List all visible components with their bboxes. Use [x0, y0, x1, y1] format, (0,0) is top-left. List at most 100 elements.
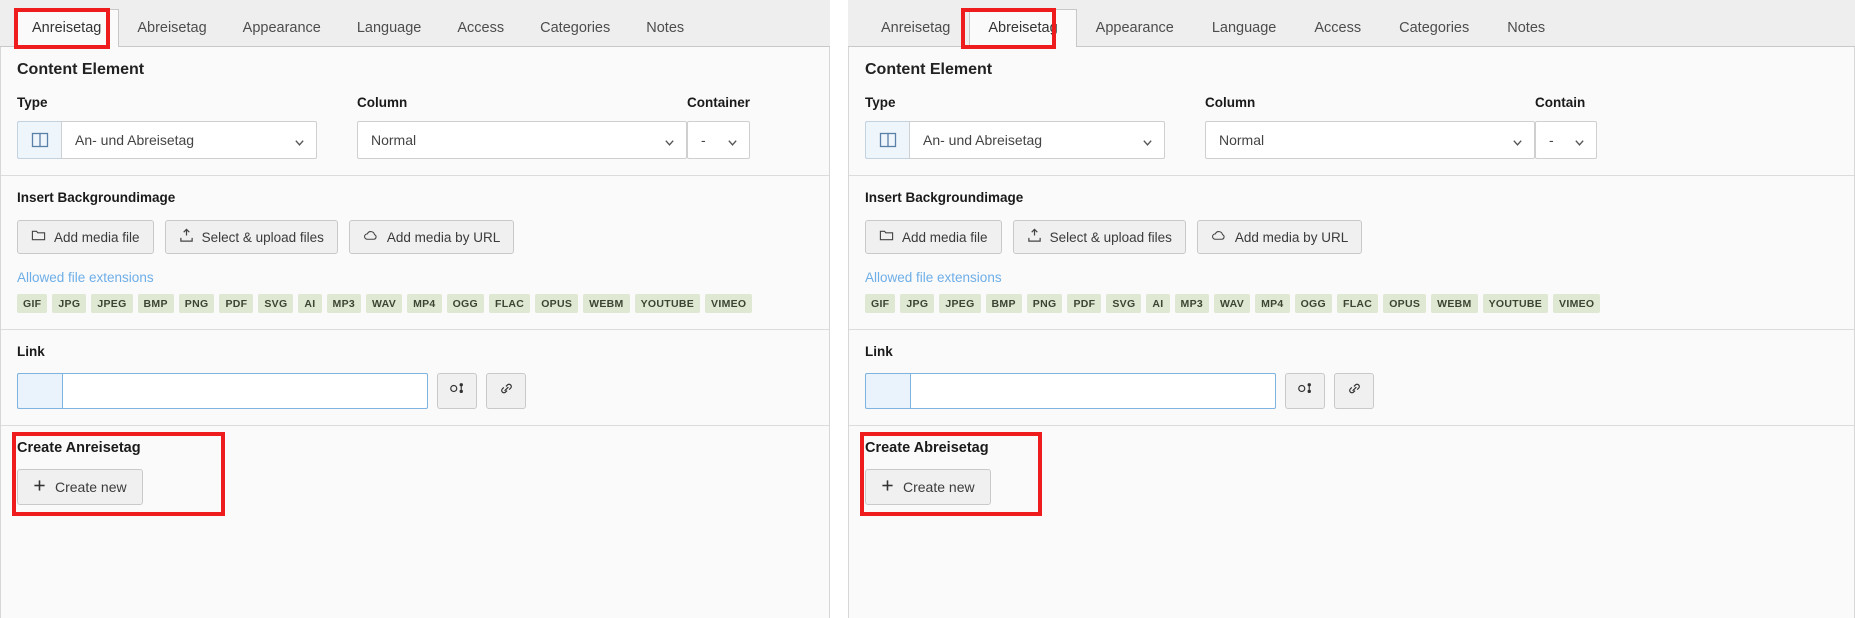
- tab-label: Anreisetag: [32, 19, 102, 36]
- form-panel-right: Anreisetag Abreisetag Appearance Languag…: [848, 0, 1855, 618]
- column-label: Column: [1205, 95, 1256, 110]
- type-select-value: An- und Abreisetag: [75, 132, 195, 148]
- container-select-value: -: [701, 132, 706, 148]
- type-select[interactable]: An- und Abreisetag: [61, 121, 317, 159]
- chevron-down-icon: [727, 135, 738, 146]
- tab-label: Access: [457, 19, 505, 36]
- background-image-title: Insert Backgroundimage: [17, 190, 176, 205]
- chevron-down-icon: [664, 135, 675, 146]
- plus-icon: [33, 479, 46, 495]
- tab-label: Categories: [540, 19, 611, 36]
- link-prefix-box: [865, 373, 910, 409]
- type-select[interactable]: An- und Abreisetag: [909, 121, 1165, 159]
- extension-badge: BMP: [985, 294, 1022, 313]
- extension-badge: MP4: [1255, 294, 1290, 313]
- link-browse-icon: [449, 381, 466, 401]
- allowed-file-extensions-link[interactable]: Allowed file extensions: [865, 270, 1002, 285]
- column-label: Column: [357, 95, 408, 110]
- column-field: Column Normal: [1205, 95, 1535, 159]
- extension-badge: OGG: [1294, 294, 1332, 313]
- create-new-label: Create new: [903, 479, 975, 495]
- content-element-title: Content Element: [17, 61, 145, 78]
- tab-bar-right: Anreisetag Abreisetag Appearance Languag…: [848, 0, 1855, 47]
- column-select[interactable]: Normal: [1205, 121, 1535, 159]
- type-select-value: An- und Abreisetag: [923, 132, 1043, 148]
- add-media-file-button[interactable]: Add media file: [865, 220, 1002, 254]
- link-browse-button[interactable]: [1285, 373, 1325, 409]
- extension-badge: MP4: [407, 294, 442, 313]
- link-input[interactable]: [910, 373, 1276, 409]
- extension-badge: JPG: [52, 294, 87, 313]
- extension-badge: WAV: [1214, 294, 1251, 313]
- tab-categories[interactable]: Categories: [1380, 9, 1488, 48]
- tab-appearance[interactable]: Appearance: [1077, 9, 1193, 48]
- tab-bar-left: Anreisetag Abreisetag Appearance Languag…: [0, 0, 830, 47]
- tab-abreisetag[interactable]: Abreisetag: [119, 9, 224, 48]
- tab-label: Abreisetag: [137, 19, 207, 36]
- content-element-fields: Type An- und Abreisetag Column Normal Co…: [865, 95, 1838, 159]
- panel-separator: [830, 0, 848, 618]
- content-element-fields: Type An- und Abreisetag Column Normal Co…: [17, 95, 813, 159]
- link-input-row: [17, 373, 813, 409]
- link-input[interactable]: [62, 373, 428, 409]
- link-input-group: [865, 373, 1276, 409]
- extension-badge: OPUS: [535, 294, 579, 313]
- add-media-file-button[interactable]: Add media file: [17, 220, 154, 254]
- tab-appearance[interactable]: Appearance: [225, 9, 339, 48]
- tab-label: Anreisetag: [881, 19, 951, 36]
- column-select-value: Normal: [371, 132, 417, 148]
- create-new-label: Create new: [55, 479, 127, 495]
- column-select[interactable]: Normal: [357, 121, 687, 159]
- tab-notes[interactable]: Notes: [1488, 9, 1564, 48]
- container-select[interactable]: -: [1535, 121, 1597, 159]
- extension-badge: PNG: [1026, 294, 1063, 313]
- create-new-button[interactable]: Create new: [17, 469, 143, 505]
- link-input-row: [865, 373, 1838, 409]
- extension-badge: BMP: [137, 294, 174, 313]
- extension-badge-list: GIF JPG JPEG BMP PNG PDF SVG AI MP3 WAV …: [17, 294, 813, 313]
- type-input-group: An- und Abreisetag: [17, 121, 357, 159]
- add-media-by-url-button[interactable]: Add media by URL: [1196, 220, 1363, 254]
- chain-link-icon: [1346, 381, 1363, 401]
- column-field: Column Normal: [357, 95, 687, 159]
- tab-access[interactable]: Access: [1295, 9, 1380, 48]
- link-title: Link: [865, 344, 893, 359]
- select-upload-files-button[interactable]: Select & upload files: [1012, 220, 1186, 254]
- extension-badge: MP3: [1174, 294, 1210, 313]
- tab-language[interactable]: Language: [1193, 9, 1296, 48]
- form-panel-left: Anreisetag Abreisetag Appearance Languag…: [0, 0, 830, 618]
- create-new-button[interactable]: Create new: [865, 469, 991, 505]
- extension-badge-list: GIF JPG JPEG BMP PNG PDF SVG AI MP3 WAV …: [865, 294, 1838, 313]
- container-select[interactable]: -: [687, 121, 751, 159]
- tab-label: Notes: [1507, 19, 1546, 36]
- link-browse-button[interactable]: [437, 373, 477, 409]
- tab-categories[interactable]: Categories: [522, 9, 628, 48]
- tab-anreisetag[interactable]: Anreisetag: [14, 8, 120, 47]
- create-anreisetag-section: Create Anreisetag Create new: [1, 426, 829, 523]
- extension-badge: PDF: [1067, 294, 1102, 313]
- tab-language[interactable]: Language: [339, 9, 440, 48]
- extension-badge: AI: [1146, 294, 1170, 313]
- button-label: Add media by URL: [386, 229, 501, 245]
- tab-notes[interactable]: Notes: [628, 9, 702, 48]
- extension-badge: MP3: [326, 294, 362, 313]
- tab-access[interactable]: Access: [439, 9, 522, 48]
- container-select-value: -: [1549, 132, 1554, 148]
- tab-label: Language: [1211, 19, 1277, 36]
- select-upload-files-button[interactable]: Select & upload files: [164, 220, 338, 254]
- container-field: Container -: [687, 95, 751, 159]
- chevron-down-icon: [294, 135, 305, 146]
- create-abreisetag-section: Create Abreisetag Create new: [849, 426, 1854, 523]
- extension-badge: JPG: [900, 294, 935, 313]
- button-label: Add media file: [902, 229, 988, 245]
- extension-badge: SVG: [258, 294, 294, 313]
- tab-anreisetag[interactable]: Anreisetag: [862, 9, 969, 48]
- add-media-by-url-button[interactable]: Add media by URL: [348, 220, 515, 254]
- screenshot-stage: Anreisetag Abreisetag Appearance Languag…: [0, 0, 1855, 618]
- background-image-section: Insert Backgroundimage Add media file Se…: [849, 176, 1854, 330]
- link-chain-button[interactable]: [486, 373, 526, 409]
- allowed-file-extensions-link[interactable]: Allowed file extensions: [17, 270, 154, 285]
- tab-abreisetag[interactable]: Abreisetag: [969, 8, 1077, 47]
- link-chain-button[interactable]: [1334, 373, 1374, 409]
- button-label: Add media by URL: [1234, 229, 1349, 245]
